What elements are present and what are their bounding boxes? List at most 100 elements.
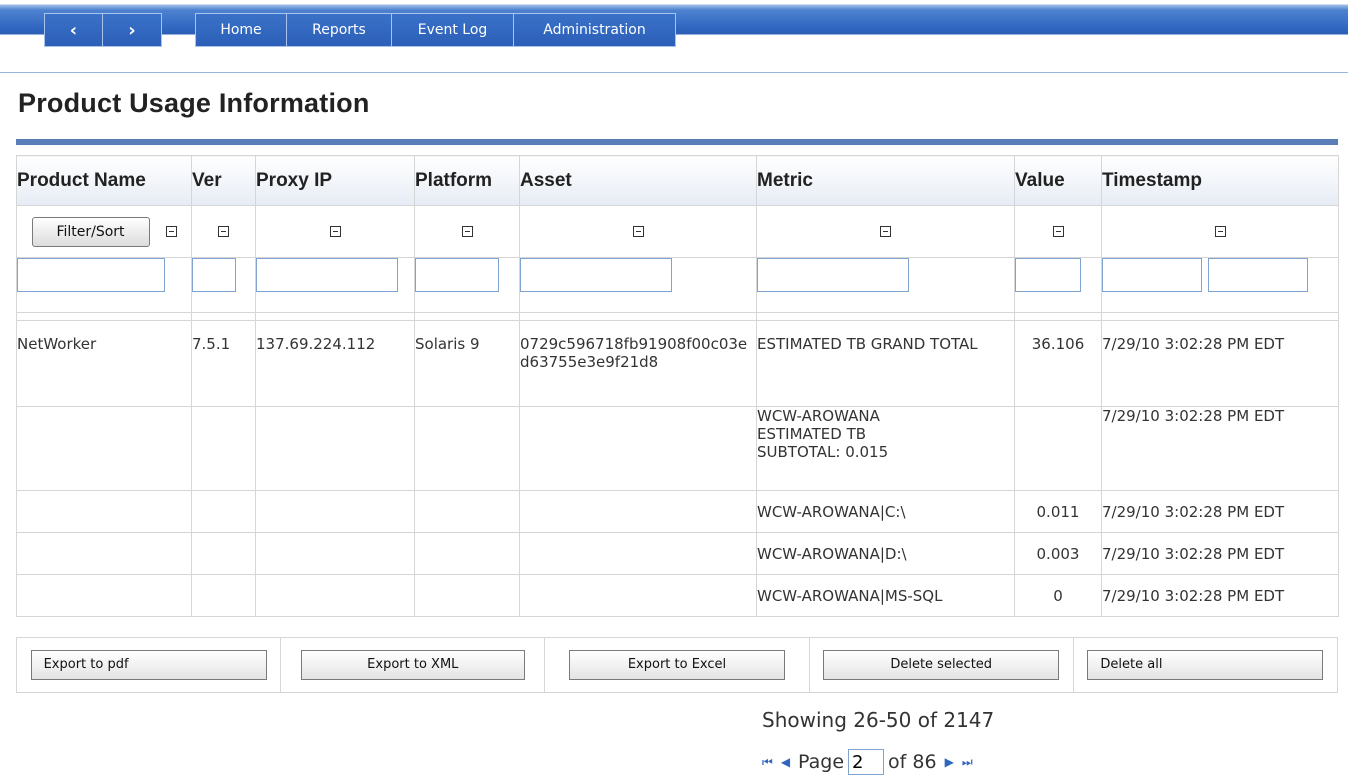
cell-ver [191,406,256,491]
filter-cell [414,257,520,313]
collapse-icon[interactable] [461,225,473,237]
nav-event-log[interactable]: Event Log [392,14,514,46]
control-cell [255,205,415,258]
cell-ver [191,490,256,533]
collapse-icon[interactable] [1214,225,1226,237]
table-row[interactable]: WCW-AROWANA|MS-SQL 0 7/29/10 3:02:28 PM … [16,574,1339,617]
cell-timestamp: 7/29/10 3:02:28 PM EDT [1101,490,1339,533]
filter-cell [519,257,757,313]
filter-sort-button[interactable]: Filter/Sort [31,216,150,247]
col-header-product-name[interactable]: Product Name [16,155,192,206]
nav-reports[interactable]: Reports [287,14,392,46]
cell-platform [414,532,520,575]
table-row[interactable]: NetWorker 7.5.1 137.69.224.112 Solaris 9… [16,320,1339,407]
cell-ver [191,574,256,617]
filter-input-proxy-ip[interactable] [256,258,398,292]
col-header-ver[interactable]: Ver [191,155,256,206]
filter-input-metric[interactable] [757,258,909,292]
pager: ⏮ ◀ Page of 86 ▶ ⏭ [762,748,981,776]
filter-cell [191,257,256,313]
filter-cell [1014,257,1102,313]
back-arrow-icon[interactable]: ‹ [45,14,103,46]
filter-cell [16,257,192,313]
cell-value: 0.003 [1014,532,1102,575]
cell-product: NetWorker [16,320,192,407]
cell-proxy-ip: 137.69.224.112 [255,320,415,407]
col-header-platform[interactable]: Platform [414,155,520,206]
control-cell [191,205,256,258]
export-pdf-button[interactable]: Export to pdf [30,650,267,680]
collapse-icon[interactable] [632,225,644,237]
cell-platform: Solaris 9 [414,320,520,407]
control-cell [756,205,1015,258]
nav-administration[interactable]: Administration [514,14,675,46]
cell-proxy-ip [255,532,415,575]
cell-timestamp: 7/29/10 3:02:28 PM EDT [1101,406,1339,491]
col-header-proxy-ip[interactable]: Proxy IP [255,155,415,206]
table-spacer-row [16,312,1339,321]
table-control-row: Filter/Sort [16,205,1339,258]
next-page-icon[interactable]: ▶ [945,755,954,769]
last-page-icon[interactable]: ⏭ [962,755,973,770]
history-nav: ‹ › [44,13,162,47]
table-header-row: Product Name Ver Proxy IP Platform Asset… [16,155,1339,206]
export-toolbar: Export to pdf Export to XML Export to Ex… [16,637,1338,693]
filter-input-value[interactable] [1015,258,1081,292]
collapse-icon[interactable] [1052,225,1064,237]
cell-value [1014,406,1102,491]
collapse-icon[interactable] [329,225,341,237]
spacer-cell [756,312,1015,321]
filter-input-ver[interactable] [192,258,236,292]
control-cell [519,205,757,258]
filter-input-timestamp-from[interactable] [1102,258,1202,292]
filter-cell [1101,257,1339,313]
export-xml-button[interactable]: Export to XML [300,650,525,680]
cell-metric: WCW-AROWANA|C:\ [756,490,1015,533]
usage-table: Product Name Ver Proxy IP Platform Asset… [16,155,1339,617]
col-header-metric[interactable]: Metric [756,155,1015,206]
spacer-cell [16,312,192,321]
spacer-cell [1101,312,1339,321]
control-cell [414,205,520,258]
filter-input-asset[interactable] [520,258,672,292]
cell-platform [414,574,520,617]
spacer-cell [1014,312,1102,321]
collapse-icon[interactable] [218,225,229,237]
filter-input-platform[interactable] [415,258,499,292]
col-header-value[interactable]: Value [1014,155,1102,206]
export-excel-button[interactable]: Export to Excel [569,650,785,680]
delete-selected-button[interactable]: Delete selected [823,650,1060,680]
col-header-timestamp[interactable]: Timestamp [1101,155,1339,206]
table-row[interactable]: WCW-AROWANA|D:\ 0.003 7/29/10 3:02:28 PM… [16,532,1339,575]
cell-ver [191,532,256,575]
spacer-cell [191,312,256,321]
page-number-input[interactable] [848,749,885,775]
cell-product [16,490,192,533]
cell-asset [519,574,757,617]
header-divider [0,72,1348,73]
prev-page-icon[interactable]: ◀ [781,755,790,769]
collapse-icon[interactable] [880,225,891,237]
nav-home[interactable]: Home [196,14,287,46]
showing-count: Showing 26-50 of 2147 [762,708,995,732]
cell-platform [414,406,520,491]
page-title: Product Usage Information [18,88,370,118]
filter-input-timestamp-to[interactable] [1208,258,1308,292]
delete-all-button[interactable]: Delete all [1087,650,1324,680]
cell-proxy-ip [255,406,415,491]
first-page-icon[interactable]: ⏮ [762,755,773,770]
cell-product [16,406,192,491]
collapse-icon[interactable] [165,226,177,237]
table-row[interactable]: WCW-AROWANA ESTIMATED TB SUBTOTAL: 0.015… [16,406,1339,491]
forward-arrow-icon[interactable]: › [103,14,161,46]
col-header-asset[interactable]: Asset [519,155,757,206]
cell-asset: 0729c596718fb91908f00c03ed63755e3e9f21d8 [519,320,757,407]
export-slot: Delete all [1074,638,1337,692]
table-row[interactable]: WCW-AROWANA|C:\ 0.011 7/29/10 3:02:28 PM… [16,490,1339,533]
cell-timestamp: 7/29/10 3:02:28 PM EDT [1101,532,1339,575]
cell-metric: WCW-AROWANA ESTIMATED TB SUBTOTAL: 0.015 [756,406,1015,491]
title-rule [16,139,1338,145]
usage-table-wrap: Product Name Ver Proxy IP Platform Asset… [16,155,1339,617]
filter-input-product-name[interactable] [17,258,165,292]
cell-product [16,532,192,575]
